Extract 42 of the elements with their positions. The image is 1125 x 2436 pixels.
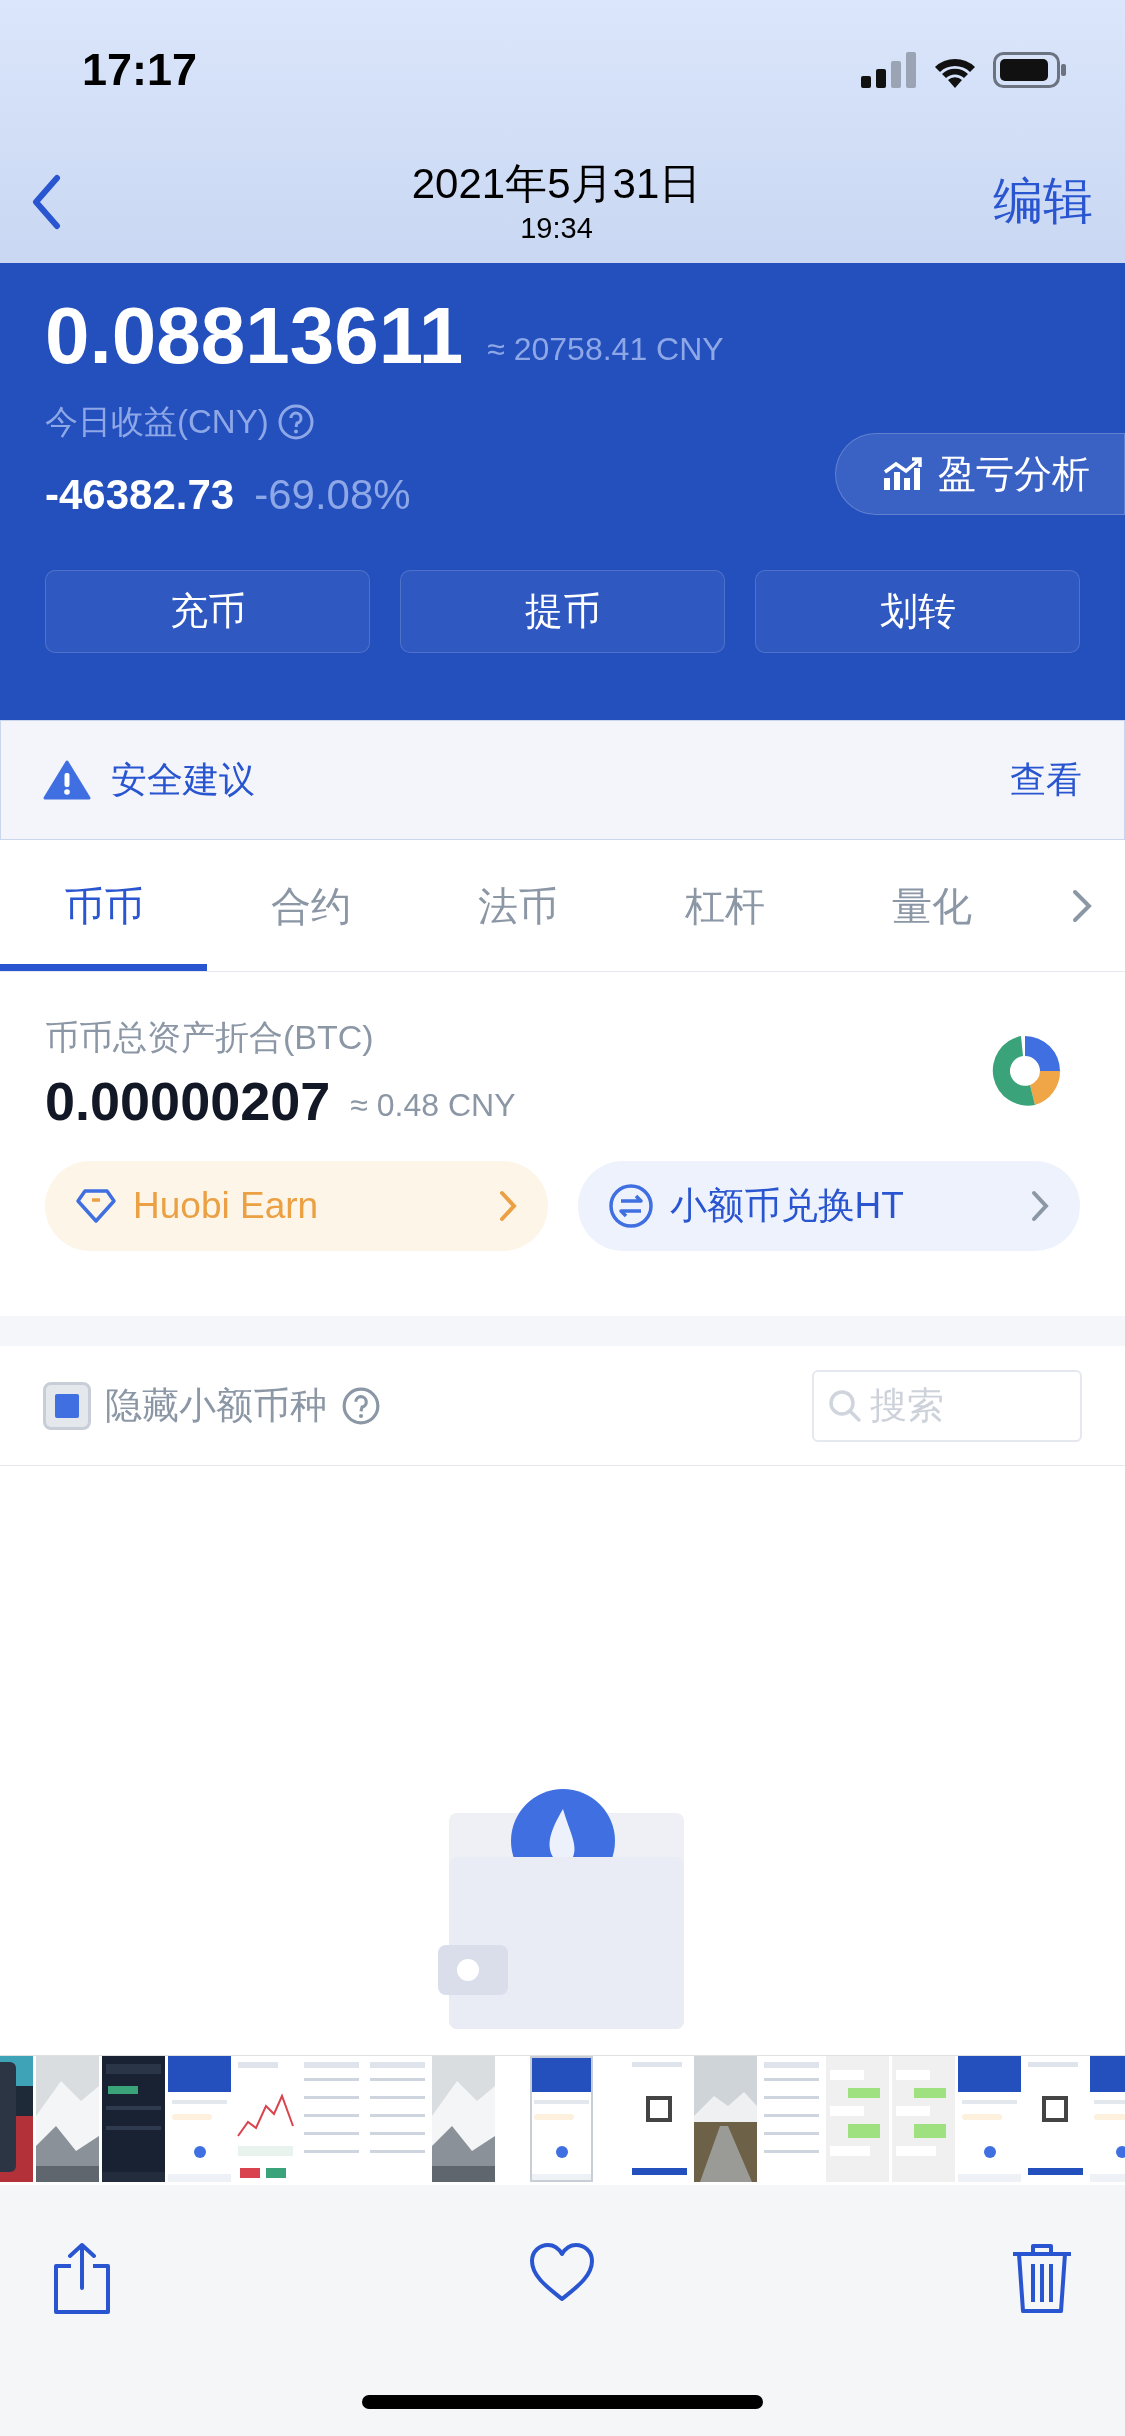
profit-analysis-button[interactable]: 盈亏分析 [835,433,1125,515]
spot-assets-label: 币币总资产折合(BTC) [45,1017,375,1058]
cny-approx: ≈ 20758.41 CNY [487,330,724,369]
tab[interactable]: 杠杆 [621,840,828,971]
share-icon[interactable] [52,2242,112,2314]
exchange-icon [607,1183,654,1229]
delete-icon[interactable] [1011,2242,1073,2314]
tab[interactable]: 法币 [414,840,621,971]
battery-icon [993,52,1067,88]
spot-btc-value: 0.00000207 [45,1070,331,1133]
photo-date: 2021年5月31日 [411,158,702,209]
hide-small-label: 隐藏小额币种 [105,1383,327,1428]
edit-button[interactable]: 编辑 [987,164,1099,239]
status-time: 17:17 [82,43,198,98]
security-advice-text: 安全建议 [111,758,255,802]
total-btc-value: 0.08813611 [45,291,464,381]
help-icon[interactable] [276,402,315,441]
action-button[interactable]: 划转 [755,569,1080,653]
action-button[interactable]: 提币 [400,569,725,653]
chevron-right-icon [497,1189,518,1223]
diamond-icon [75,1188,117,1224]
chevron-right-icon [1030,1189,1050,1223]
search-icon [828,1388,862,1423]
today-income-value: -46382.73 [45,469,235,520]
tab[interactable]: 合约 [207,840,414,971]
help-icon[interactable] [341,1385,381,1426]
chart-icon [882,456,924,492]
photo-time: 19:34 [520,210,593,246]
favorite-heart-icon[interactable] [528,2242,595,2302]
spot-cny-approx: ≈ 0.48 CNY [350,1086,516,1125]
small-coin-exchange-button[interactable]: 小额币兑换HT [577,1161,1080,1251]
view-link[interactable]: 查看 [1010,753,1082,807]
chevron-right-icon[interactable] [1071,887,1093,924]
tab[interactable]: 币币 [0,840,207,971]
tab[interactable]: 量化 [828,840,1035,971]
signal-icon [861,52,917,88]
security-notice-bar[interactable]: 安全建议 查看 [0,720,1125,840]
today-income-percent: -69.08% [254,469,411,520]
today-income-label: 今日收益(CNY) [45,402,269,442]
action-button[interactable]: 充币 [45,569,370,653]
warning-icon [43,760,91,800]
hide-small-checkbox[interactable] [43,1381,91,1430]
